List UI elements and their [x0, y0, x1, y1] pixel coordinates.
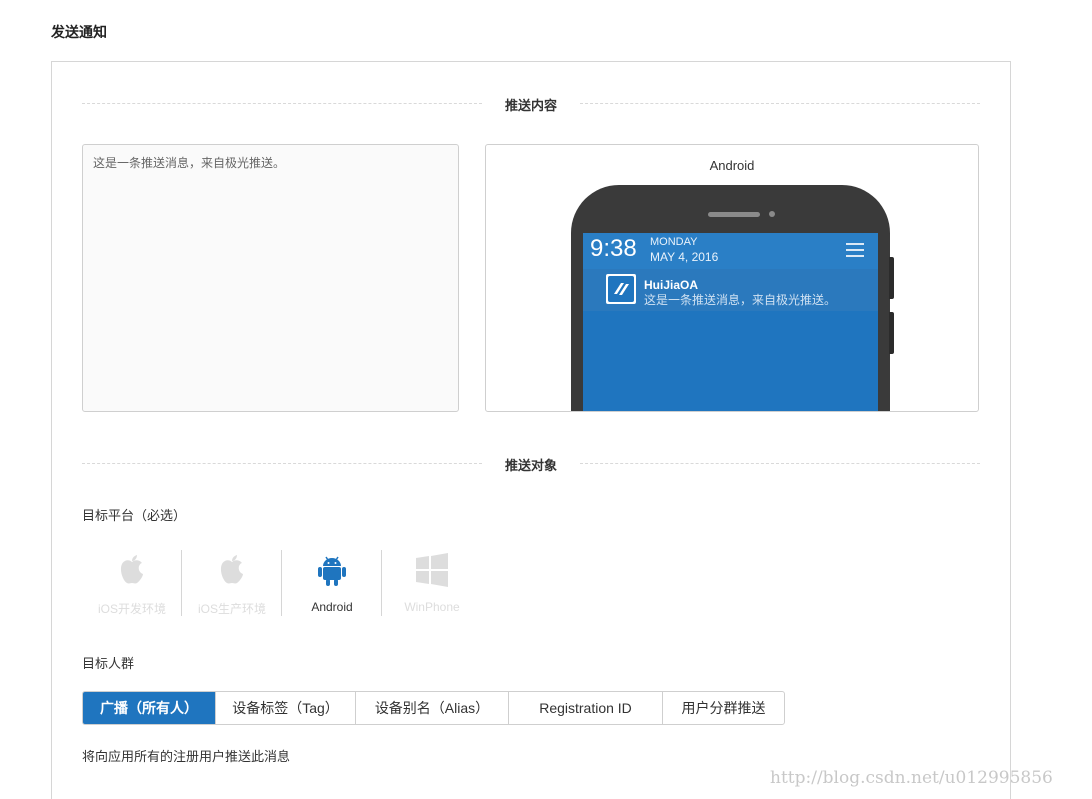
preview-platform-label: Android — [709, 158, 755, 173]
clock-date: MAY 4, 2016 — [650, 250, 719, 264]
target-section-divider: 推送对象 — [82, 454, 980, 474]
settings-sliders-icon — [846, 242, 864, 258]
notification-text: 这是一条推送消息，来自极光推送。 — [644, 293, 837, 307]
audience-hint: 将向应用所有的注册用户推送此消息 — [82, 749, 291, 764]
clock-time: 9:38 — [590, 235, 637, 262]
platform-ios-dev[interactable]: iOS开发环境 — [82, 550, 182, 618]
apple-icon — [216, 553, 248, 587]
platform-label-ios-dev: iOS开发环境 — [97, 602, 166, 616]
platform-label: 目标平台（必选） — [82, 508, 187, 523]
tab-registration-id[interactable]: Registration ID — [508, 692, 662, 724]
android-icon — [316, 553, 348, 587]
tab-user-segment[interactable]: 用户分群推送 — [662, 692, 784, 724]
platform-ios-prod[interactable]: iOS生产环境 — [182, 550, 282, 618]
watermark: http://blog.csdn.net/u012995856 — [770, 768, 1053, 788]
android-preview: Android 9:38 MONDAY MAY 4, 2016 HuiJiaOA… — [485, 144, 979, 412]
phone-mockup: 9:38 MONDAY MAY 4, 2016 HuiJiaOA 这是一条推送消… — [571, 185, 894, 411]
platform-label-ios-prod: iOS生产环境 — [197, 602, 266, 616]
target-section-heading: 推送对象 — [504, 458, 557, 473]
platform-label-winphone: WinPhone — [404, 600, 460, 614]
windows-icon — [416, 553, 448, 587]
page-title: 发送通知 — [51, 24, 107, 40]
tab-tag[interactable]: 设备标签（Tag） — [215, 692, 355, 724]
platform-android[interactable]: Android — [282, 550, 382, 618]
notification-card: HuiJiaOA 这是一条推送消息，来自极光推送。 — [583, 269, 878, 311]
content-section-heading: 推送内容 — [504, 98, 557, 113]
phone-side-button — [889, 257, 894, 299]
platform-label-android: Android — [311, 600, 353, 614]
content-section-divider: 推送内容 — [82, 94, 980, 114]
message-input[interactable]: 这是一条推送消息，来自极光推送。 — [82, 144, 459, 412]
phone-camera — [769, 211, 775, 217]
send-notification-panel: 推送内容 这是一条推送消息，来自极光推送。 Android 9:38 MONDA… — [51, 61, 1011, 799]
notification-app-name: HuiJiaOA — [644, 278, 699, 292]
phone-screen: 9:38 MONDAY MAY 4, 2016 HuiJiaOA 这是一条推送消… — [583, 233, 878, 411]
app-logo-icon — [606, 274, 636, 304]
apple-icon — [116, 553, 148, 587]
tab-alias[interactable]: 设备别名（Alias） — [355, 692, 508, 724]
phone-side-button — [889, 312, 894, 354]
audience-label: 目标人群 — [82, 656, 135, 671]
clock-day: MONDAY — [650, 236, 698, 248]
platform-winphone[interactable]: WinPhone — [382, 550, 482, 618]
tab-broadcast[interactable]: 广播（所有人） — [83, 692, 215, 724]
audience-tabs: 广播（所有人） 设备标签（Tag） 设备别名（Alias） Registrati… — [82, 691, 785, 725]
lock-screen-status: 9:38 MONDAY MAY 4, 2016 — [583, 233, 878, 269]
phone-speaker — [708, 212, 760, 217]
